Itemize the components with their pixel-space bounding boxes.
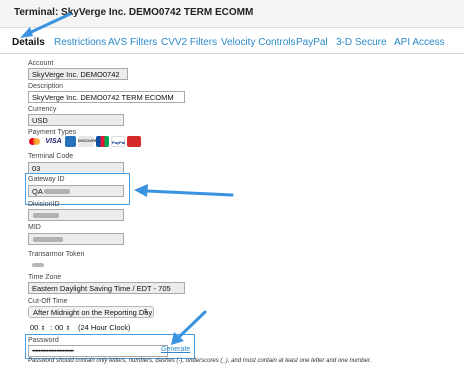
cutoff-minute-value: 00 [55,323,64,332]
description-field[interactable]: SkyVerge Inc. DEMO0742 TERM ECOMM [28,91,185,103]
clock-note: (24 Hour Clock) [78,323,131,332]
time-separator: : [50,323,53,332]
payment-types-label: Payment Types [28,129,77,136]
tab-avs-filters[interactable]: AVS Filters [108,37,157,48]
transarmor-token-redaction [32,263,44,267]
tab-velocity-controls[interactable]: Velocity Controls [221,37,295,48]
division-id-redaction [33,213,59,218]
cutoff-hour-value: 00 [30,323,39,332]
paypal-icon: PayPal [111,136,125,147]
transarmor-token-label: Transarmor Token [28,251,85,258]
cutoff-day-value: After Midnight on the Reporting Day [33,308,153,317]
password-hint: Password should contain only letters, nu… [28,358,372,364]
mid-field [28,233,124,245]
visa-icon: VISA [44,136,63,147]
cutoff-minute-select[interactable]: 00 ⇕ [55,322,75,334]
discover-icon: DISCOVER [78,136,96,147]
mid-label: MID [28,224,41,231]
cutoff-day-select[interactable]: After Midnight on the Reporting Day ⇕ [28,306,154,318]
paypal-credit-icon [127,136,141,147]
time-zone-field: Eastern Daylight Saving Time / EDT - 705 [28,282,185,294]
select-arrows-icon: ⇕ [40,326,46,332]
division-id-label: DivisionID [28,201,60,208]
description-label: Description [28,83,64,90]
tab-api-access[interactable]: API Access [394,37,445,48]
tab-restrictions[interactable]: Restrictions [54,37,106,48]
gateway-id-redaction [44,189,70,194]
currency-label: Currency [28,106,57,113]
password-label: Password [28,337,59,344]
tab-cvv2-filters[interactable]: CVV2 Filters [161,37,217,48]
terminal-code-label: Terminal Code [28,153,74,160]
gateway-id-value: QA [32,187,43,196]
gateway-id-label: Gateway ID [28,176,65,183]
select-arrows-icon: ⇕ [142,309,148,315]
password-field[interactable]: •••••••••••••••••••••••••• [28,345,168,357]
tab-3d-secure[interactable]: 3-D Secure [336,37,387,48]
terminal-header: Terminal: SkyVerge Inc. DEMO0742 TERM EC… [0,0,464,28]
mastercard-icon [28,136,41,147]
tab-paypal[interactable]: PayPal [296,37,328,48]
amex-icon [65,136,76,147]
time-zone-label: Time Zone [28,274,62,281]
tab-bar: Details Restrictions AVS Filters CVV2 Fi… [0,33,464,54]
account-label: Account [28,60,54,67]
account-field: SkyVerge Inc. DEMO0742 [28,68,128,80]
division-id-field [28,209,124,221]
arrow-to-gateway-id-icon [134,184,234,197]
gateway-id-field: QA [28,185,124,197]
jcb-icon [96,136,109,147]
cutoff-time-label: Cut-Off Time [28,298,68,305]
mid-redaction [33,237,63,242]
terminal-title: Terminal: SkyVerge Inc. DEMO0742 TERM EC… [14,7,254,18]
currency-field: USD [28,114,124,126]
generate-link[interactable]: Generate [161,346,190,353]
tab-details[interactable]: Details [12,37,45,48]
select-arrows-icon: ⇕ [65,326,71,332]
cutoff-hour-select[interactable]: 00 ⇕ [30,322,50,334]
